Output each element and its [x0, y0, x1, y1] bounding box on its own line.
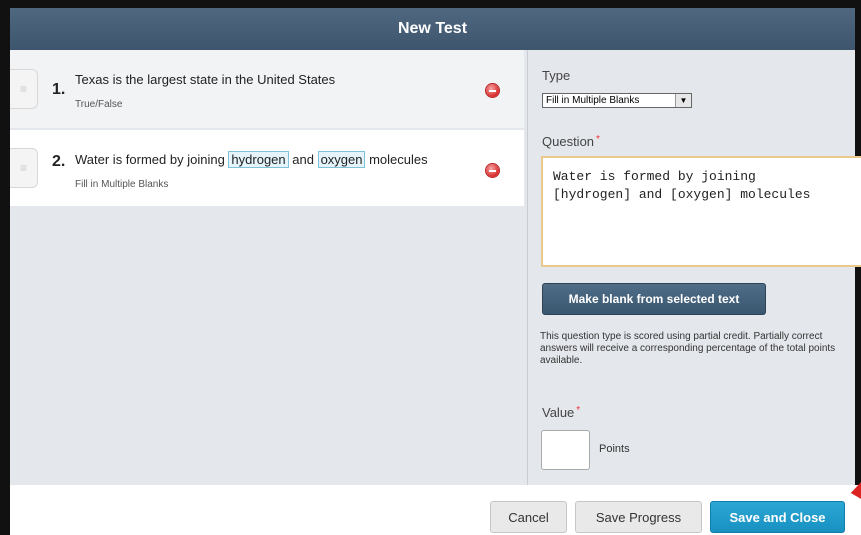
question-label: Question * [542, 134, 600, 149]
question-text: Texas is the largest state in the United… [75, 72, 336, 87]
question-label-text: Question [542, 134, 595, 149]
question-text-part: and [288, 152, 318, 167]
value-label: Value * [542, 405, 580, 420]
value-label-text: Value [542, 405, 575, 420]
blank-answer: oxygen [317, 151, 366, 168]
cancel-button[interactable]: Cancel [490, 501, 567, 533]
question-number: 2. [52, 153, 66, 170]
remove-question-icon[interactable] [486, 84, 499, 97]
question-textarea[interactable]: Water is formed by joining [hydrogen] an… [541, 156, 861, 267]
chevron-down-icon[interactable]: ▼ [675, 94, 691, 107]
question-item-1[interactable]: ≡ 1. Texas is the largest state in the U… [10, 50, 524, 128]
remove-question-icon[interactable] [486, 164, 499, 177]
question-editor: Type Fill in Multiple Blanks ▼ Question *… [528, 50, 861, 485]
window-border-top [0, 0, 861, 8]
question-type: True/False [75, 99, 123, 110]
required-marker: * [596, 134, 600, 145]
save-progress-button[interactable]: Save Progress [575, 501, 702, 533]
blank-answer: hydrogen [228, 151, 289, 168]
question-type: Fill in Multiple Blanks [75, 179, 169, 190]
type-label: Type [542, 68, 571, 83]
question-text-part: molecules [365, 152, 428, 167]
type-select-value: Fill in Multiple Blanks [546, 95, 640, 106]
drag-handle-icon[interactable]: ≡ [10, 148, 38, 188]
question-text-part: Water is formed by joining [75, 152, 229, 167]
question-item-2[interactable]: ≡ 2. Water is formed by joining hydrogen… [10, 130, 524, 206]
test-editor-window: New Test ≡ 1. Texas is the largest state… [0, 0, 861, 535]
required-marker: * [576, 405, 581, 416]
points-label: Points [599, 443, 630, 455]
type-select[interactable]: Fill in Multiple Blanks ▼ [542, 93, 692, 108]
dialog-title: New Test [10, 8, 855, 50]
drag-handle-icon[interactable]: ≡ [10, 69, 38, 109]
question-text: Water is formed by joining hydrogen and … [75, 151, 428, 168]
make-blank-button[interactable]: Make blank from selected text [542, 283, 766, 315]
save-and-close-button[interactable]: Save and Close [710, 501, 845, 533]
question-number: 1. [52, 81, 66, 98]
question-list: ≡ 1. Texas is the largest state in the U… [10, 50, 527, 485]
points-input[interactable] [541, 430, 590, 470]
scoring-note: This question type is scored using parti… [540, 331, 836, 366]
window-border-left [0, 0, 10, 535]
